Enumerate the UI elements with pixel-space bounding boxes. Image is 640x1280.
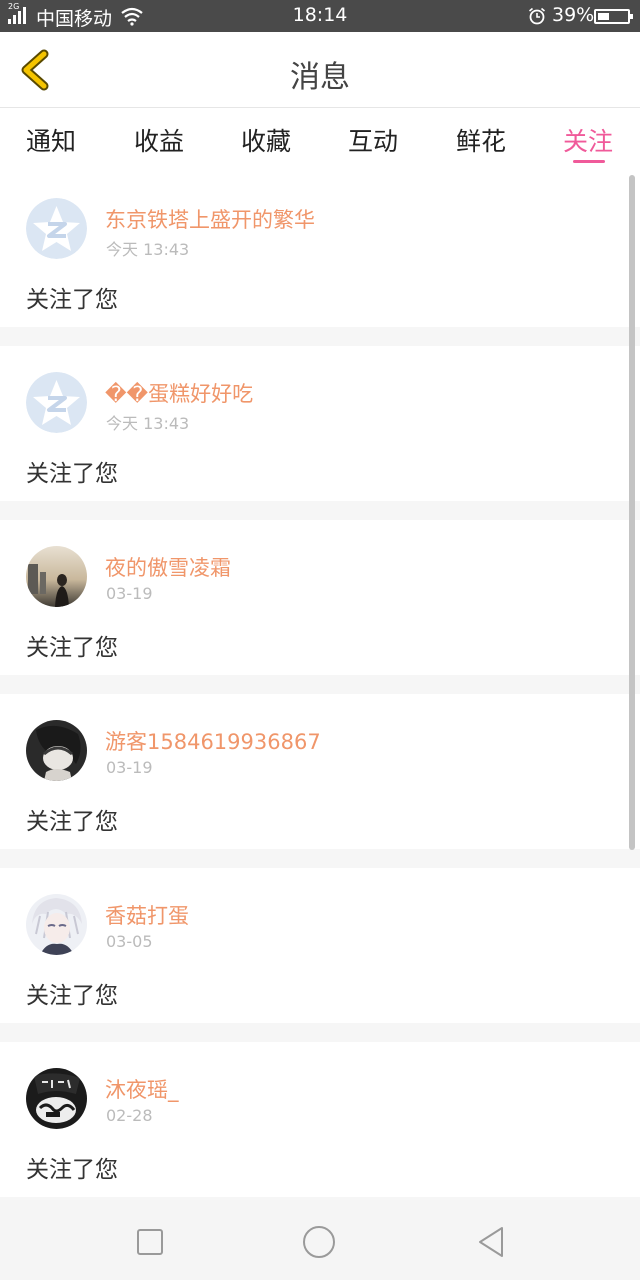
battery-fill <box>598 13 609 20</box>
message-text: 关注了您 <box>26 635 118 661</box>
status-bar: 2G 中国移动 18:14 39% <box>0 0 640 32</box>
default-avatar-icon <box>26 198 87 259</box>
tab-bar: 通知 收益 收藏 互动 鲜花 关注 <box>0 108 640 172</box>
message-text: 关注了您 <box>26 809 118 835</box>
page-title: 消息 <box>290 60 350 95</box>
battery-percent: 39% <box>552 4 595 26</box>
default-avatar-icon <box>26 372 87 433</box>
list-item[interactable]: 东京铁塔上盛开的繁华 今天 13:43 关注了您 <box>0 172 640 327</box>
user-photo-avatar <box>26 1068 87 1129</box>
list-item[interactable]: 香菇打蛋 03-05 关注了您 <box>0 868 640 1023</box>
timestamp: 02-28 <box>106 1106 153 1125</box>
tab-flowers[interactable]: 鲜花 <box>441 122 521 158</box>
message-text: 关注了您 <box>26 287 118 313</box>
timestamp: 今天 13:43 <box>106 414 190 433</box>
tab-interaction[interactable]: 互动 <box>333 122 413 158</box>
anime-character-avatar <box>26 894 87 955</box>
user-photo-avatar <box>26 546 87 607</box>
tab-following[interactable]: 关注 <box>548 122 628 158</box>
list-item[interactable]: 沐夜瑶_ 02-28 关注了您 <box>0 1042 640 1197</box>
username[interactable]: 游客1584619936867 <box>105 726 321 756</box>
back-triangle-icon[interactable] <box>474 1224 510 1260</box>
user-photo-avatar <box>26 720 87 781</box>
list-item[interactable]: ��蛋糕好好吃 今天 13:43 关注了您 <box>0 346 640 501</box>
battery-icon <box>594 9 633 24</box>
timestamp: 03-05 <box>106 932 153 951</box>
timestamp: 今天 13:43 <box>106 240 190 259</box>
tab-favorites[interactable]: 收藏 <box>226 122 306 158</box>
timestamp: 03-19 <box>106 584 153 603</box>
username[interactable]: ��蛋糕好好吃 <box>105 378 253 408</box>
tab-earnings[interactable]: 收益 <box>119 122 199 158</box>
tab-notify[interactable]: 通知 <box>11 122 91 158</box>
username[interactable]: 沐夜瑶_ <box>105 1074 179 1104</box>
message-text: 关注了您 <box>26 1157 118 1183</box>
message-text: 关注了您 <box>26 983 118 1009</box>
message-text: 关注了您 <box>26 461 118 487</box>
username[interactable]: 东京铁塔上盛开的繁华 <box>105 204 315 234</box>
header: 消息 <box>0 32 640 108</box>
recent-apps-icon[interactable] <box>132 1224 168 1260</box>
home-icon[interactable] <box>301 1224 337 1260</box>
scrollbar[interactable] <box>629 175 635 850</box>
system-nav-bar <box>0 1200 640 1280</box>
username[interactable]: 香菇打蛋 <box>105 900 189 930</box>
username[interactable]: 夜的傲雪凌霜 <box>105 552 231 582</box>
list-item[interactable]: 夜的傲雪凌霜 03-19 关注了您 <box>0 520 640 675</box>
alarm-icon <box>528 7 546 25</box>
list-item[interactable]: 游客1584619936867 03-19 关注了您 <box>0 694 640 849</box>
active-tab-indicator <box>573 160 605 163</box>
timestamp: 03-19 <box>106 758 153 777</box>
